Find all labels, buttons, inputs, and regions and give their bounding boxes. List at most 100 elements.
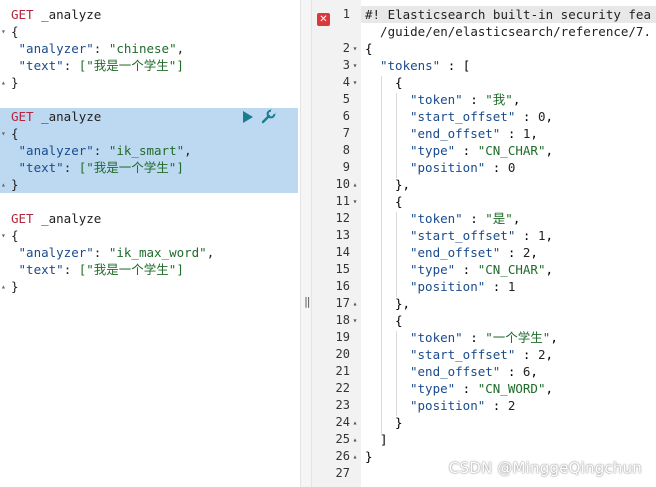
response-line: 15 "type" : "CN_CHAR", <box>312 261 656 278</box>
http-method: GET <box>11 7 34 22</box>
response-viewer: ✕ 1 #! Elasticsearch built-in security fe… <box>312 0 656 487</box>
response-line: 20 "start_offset" : 2, <box>312 346 656 363</box>
response-line: 2 ▾ { <box>312 40 656 57</box>
json-string: "chinese" <box>108 41 177 56</box>
fold-caret-icon[interactable]: ▾ <box>1 227 6 244</box>
json-string: "ik_smart" <box>108 143 185 158</box>
response-text: }, <box>395 296 411 311</box>
http-method: GET <box>11 211 34 226</box>
request-block[interactable]: GET _analyze ▾{ "analyzer": "ik_max_word… <box>0 210 298 295</box>
request-line[interactable]: GET _analyze <box>0 6 298 23</box>
line-number: 27 <box>335 466 350 480</box>
code-line: "text": ["我是一个学生"] <box>18 160 184 175</box>
code-line: ▴} <box>1 176 19 193</box>
fold-caret-icon[interactable]: ▾ <box>1 125 6 142</box>
line-number: 24 <box>335 415 350 429</box>
response-line: 12 "token" : "是", <box>312 210 656 227</box>
response-text: "token" : "是", <box>410 211 521 226</box>
response-line: 16 "position" : 1 <box>312 278 656 295</box>
response-text: { <box>395 75 403 90</box>
response-text: "position" : 1 <box>410 279 516 294</box>
code-line: "analyzer": "ik_max_word", <box>18 245 215 260</box>
fold-caret-icon[interactable]: ▾ <box>350 193 360 210</box>
response-line: 10 ▴}, <box>312 176 656 193</box>
line-number: 7 <box>342 126 350 140</box>
response-line: 22 "type" : "CN_WORD", <box>312 380 656 397</box>
play-icon[interactable] <box>243 110 253 123</box>
code-line: "analyzer": "chinese", <box>18 41 185 56</box>
endpoint: _analyze <box>41 7 102 22</box>
json-key: "analyzer" <box>18 143 94 158</box>
line-number: 25 <box>335 432 350 446</box>
line-number: 13 <box>335 228 350 242</box>
wrench-icon[interactable] <box>260 109 276 125</box>
fold-caret-icon[interactable]: ▴ <box>1 278 6 295</box>
fold-caret-icon[interactable]: ▾ <box>350 40 360 57</box>
line-number: 4 <box>342 75 350 89</box>
fold-caret-icon[interactable]: ▴ <box>350 295 360 312</box>
fold-caret-icon[interactable]: ▾ <box>1 23 6 40</box>
request-line[interactable]: GET _analyze <box>0 210 298 227</box>
response-text: } <box>365 449 373 464</box>
request-actions <box>243 108 276 125</box>
fold-caret-icon[interactable]: ▾ <box>350 312 360 329</box>
response-line: 23 "position" : 2 <box>312 397 656 414</box>
line-number: 2 <box>342 41 350 55</box>
code-line: "text": ["我是一个学生"] <box>18 58 184 73</box>
response-text: { <box>395 194 403 209</box>
code-line: ▴} <box>1 278 19 295</box>
response-line: 4 ▾ { <box>312 74 656 91</box>
json-key: "text" <box>18 58 64 73</box>
response-text: } <box>395 415 403 430</box>
grip-icon[interactable]: ‖ <box>304 296 311 307</box>
line-number: 5 <box>342 92 350 106</box>
response-line: 6 "start_offset" : 0, <box>312 108 656 125</box>
response-line: 13 "start_offset" : 1, <box>312 227 656 244</box>
code-line: ▾{ <box>1 23 19 40</box>
line-number: 3 <box>342 58 350 72</box>
line-number: 1 <box>342 7 350 21</box>
response-line: 25 ▴] <box>312 431 656 448</box>
request-block[interactable]: GET _analyze ▾{ "analyzer": "chinese", "… <box>0 6 298 91</box>
fold-caret-icon[interactable]: ▾ <box>350 57 360 74</box>
request-block-selected[interactable]: GET _analyze ▾{ "analyzer": "ik_smart", … <box>0 108 298 193</box>
line-number: 16 <box>335 279 350 293</box>
response-text: ] <box>380 432 388 447</box>
response-text: "start_offset" : 0, <box>410 109 553 124</box>
response-line: 14 "end_offset" : 2, <box>312 244 656 261</box>
response-text: "type" : "CN_WORD", <box>410 381 553 396</box>
fold-caret-icon[interactable]: ▾ <box>350 74 360 91</box>
line-number: 15 <box>335 262 350 276</box>
response-line: 11 ▾ { <box>312 193 656 210</box>
line-number: 22 <box>335 381 350 395</box>
pane-resize-handle[interactable]: ‖ <box>300 0 312 487</box>
response-line: /guide/en/elasticsearch/reference/7. <box>312 23 656 40</box>
response-text: "tokens" : [ <box>380 58 471 73</box>
line-number: 14 <box>335 245 350 259</box>
code-line: "text": ["我是一个学生"] <box>18 262 184 277</box>
response-text: /guide/en/elasticsearch/reference/7. <box>365 24 651 39</box>
line-number: 12 <box>335 211 350 225</box>
request-line[interactable]: GET _analyze <box>0 108 298 125</box>
line-number: 19 <box>335 330 350 344</box>
fold-caret-icon[interactable]: ▴ <box>350 414 360 431</box>
response-line: 9 "position" : 0 <box>312 159 656 176</box>
json-string: "ik_max_word" <box>108 245 207 260</box>
response-text: { <box>395 313 403 328</box>
response-text: "start_offset" : 1, <box>410 228 553 243</box>
response-text: { <box>365 41 373 56</box>
json-key: "text" <box>18 262 64 277</box>
fold-caret-icon[interactable]: ▴ <box>1 176 6 193</box>
fold-caret-icon[interactable]: ▴ <box>1 74 6 91</box>
code-line: ▾{ <box>1 125 19 142</box>
fold-caret-icon[interactable]: ▴ <box>350 448 360 465</box>
fold-caret-icon[interactable]: ▴ <box>350 431 360 448</box>
fold-caret-icon[interactable]: ▴ <box>350 176 360 193</box>
json-key: "analyzer" <box>18 41 94 56</box>
json-string: ["我是一个学生"] <box>78 262 184 277</box>
response-line: 5 "token" : "我", <box>312 91 656 108</box>
line-number: 21 <box>335 364 350 378</box>
line-number: 11 <box>335 194 350 208</box>
request-editor[interactable]: GET _analyze ▾{ "analyzer": "chinese", "… <box>0 0 300 487</box>
response-line: 1 #! Elasticsearch built-in security fea <box>343 6 656 23</box>
